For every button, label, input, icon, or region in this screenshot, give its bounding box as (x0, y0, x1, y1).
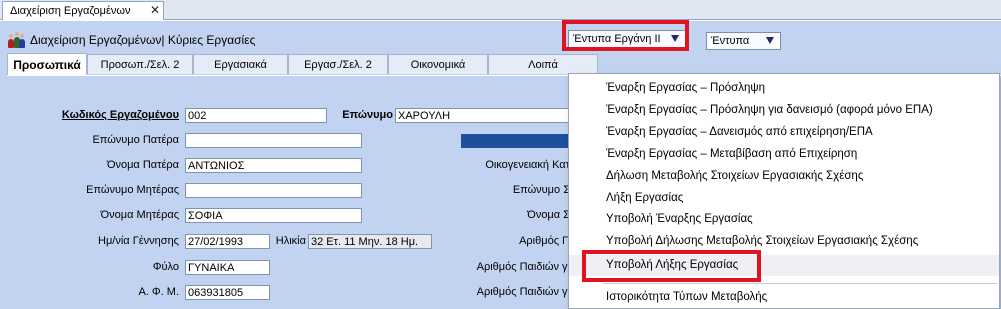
document-tab[interactable]: Διαχείριση Εργαζομένων ✕ (2, 1, 164, 20)
highlight-box-dropdown (562, 20, 689, 51)
menu-item-change-history[interactable]: Ιστορικότητα Τύπων Μεταβολής (569, 287, 999, 308)
mother-name-field[interactable]: ΣΟΦΙΑ (185, 208, 362, 223)
age-label: Ηλικία (275, 235, 306, 247)
menu-item-transfer[interactable]: Έναρξη Εργασίας – Μεταβίβαση από Επιχείρ… (569, 144, 999, 165)
family-status-label: Οικογενειακή Κατ (485, 159, 570, 171)
sex-label: Φύλο (152, 261, 179, 273)
menu-item-loan-from-company[interactable]: Έναρξη Εργασίας – Δανεισμός από επιχείρη… (569, 122, 999, 143)
employee-code-field[interactable]: 002 (185, 108, 327, 123)
spouse-name-label: Όνομα Σ (527, 209, 570, 221)
afm-field[interactable]: 063931805 (185, 285, 270, 300)
menu-separator (603, 283, 997, 284)
accent-bar (461, 134, 581, 148)
children-count-label: Αριθμός Παιδιών γι (476, 261, 570, 273)
people-icon (8, 31, 25, 48)
tab-other[interactable]: Λοιπά (488, 54, 598, 74)
document-tab-strip: Διαχείριση Εργαζομένων ✕ (0, 0, 1001, 20)
tab-employment[interactable]: Εργασιακά (193, 54, 288, 74)
menu-item-hire[interactable]: Έναρξη Εργασίας – Πρόσληψη (569, 78, 999, 99)
menu-item-submit-change[interactable]: Υποβολή Δήλωσης Μεταβολής Στοιχείων Εργα… (569, 231, 999, 252)
forms-dropdown[interactable]: Έντυπα (706, 32, 781, 50)
tab-personal[interactable]: Προσωπικά (7, 53, 87, 75)
mother-surname-field[interactable] (185, 183, 362, 198)
birth-date-label: Ημ/νία Γέννησης (98, 235, 179, 247)
father-surname-label: Επώνυμο Πατέρα (92, 134, 179, 146)
father-name-field[interactable]: ΑΝΤΩΝΙΟΣ (185, 158, 362, 173)
sex-field[interactable]: ΓΥΝΑΙΚΑ (185, 260, 270, 275)
children-count-label-2: Αριθμός Παιδιών γι (476, 286, 570, 298)
menu-item-submit-hire[interactable]: Υποβολή Έναρξης Εργασίας (569, 209, 999, 230)
age-field: 32 Ετ. 11 Μην. 18 Ημ. (308, 234, 432, 249)
spouse-surname-label: Επώνυμο Σ (512, 184, 570, 196)
menu-item-termination[interactable]: Λήξη Εργασίας (569, 188, 999, 209)
form-title: Διαχείριση Εργαζομένων| Κύριες Εργασίες (8, 31, 255, 49)
mother-name-label: Όνομα Μητέρας (100, 209, 179, 221)
mother-surname-label: Επώνυμο Μητέρας (86, 184, 179, 196)
highlight-box-menu-item (582, 250, 761, 282)
close-icon[interactable]: ✕ (150, 4, 160, 16)
father-surname-field[interactable] (185, 133, 362, 148)
surname-label: Επώνυμο (342, 109, 393, 121)
forms-dropdown-label: Έντυπα (711, 35, 750, 47)
birth-date-field[interactable]: 27/02/1993 (185, 234, 270, 249)
page-title: Διαχείριση Εργαζομένων| Κύριες Εργασίες (30, 33, 256, 47)
section-tabs: Προσωπικά Προσωπ./Σελ. 2 Εργασιακά Εργασ… (7, 53, 607, 75)
app-window: Διαχείριση Εργαζομένων ✕ Διαχείριση Εργα… (0, 0, 1001, 309)
chevron-down-icon (766, 37, 774, 44)
tab-employment-page-2[interactable]: Εργασ./Σελ. 2 (288, 54, 388, 74)
employee-code-label: Κωδικός Εργαζομένου (61, 109, 179, 121)
tab-financial[interactable]: Οικονομικά (388, 54, 488, 74)
menu-item-hire-for-loan[interactable]: Έναρξη Εργασίας – Πρόσληψη για δανεισμό … (569, 100, 999, 121)
father-name-label: Όνομα Πατέρα (106, 159, 179, 171)
afm-label: Α. Φ. Μ. (138, 286, 179, 298)
menu-item-change-declaration[interactable]: Δήλωση Μεταβολής Στοιχείων Εργασιακής Σχ… (569, 166, 999, 187)
document-tab-label: Διαχείριση Εργαζομένων (10, 5, 131, 17)
number-label: Αριθμός Π (519, 235, 570, 247)
tab-personal-page-2[interactable]: Προσωπ./Σελ. 2 (87, 54, 193, 74)
surname-field[interactable]: ΧΑΡΟΥΛΗ (395, 108, 575, 123)
